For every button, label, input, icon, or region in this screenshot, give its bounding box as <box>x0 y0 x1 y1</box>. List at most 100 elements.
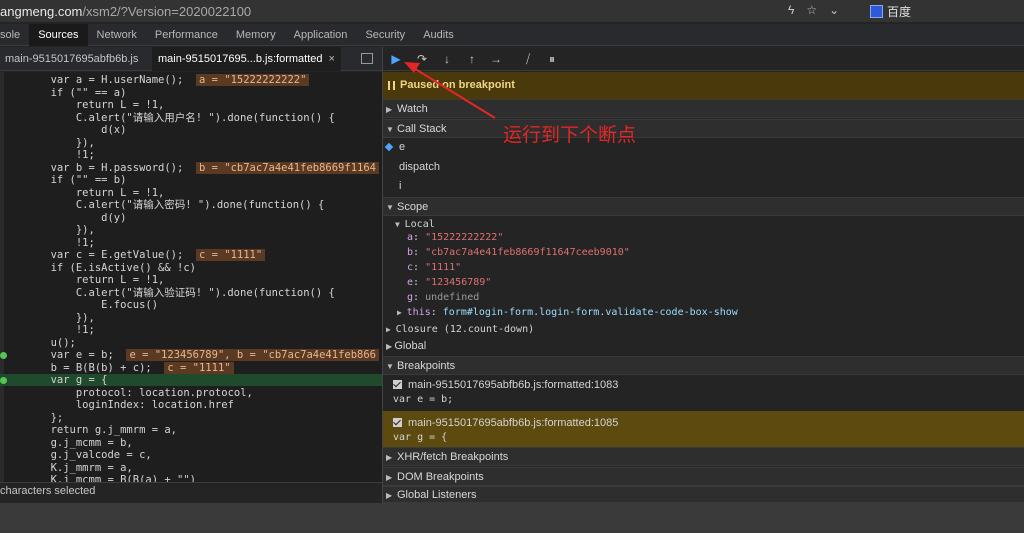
code-text: g.j_mcmm = b, <box>0 436 133 449</box>
tab-audits[interactable]: Audits <box>414 24 463 46</box>
breakpoint-code: var g = { <box>393 432 448 443</box>
code-line[interactable]: C.alert("请输入验证码! ").done(function() { <box>0 287 335 299</box>
scope-var-e[interactable]: e: "123456789" <box>383 275 1024 290</box>
tab-performance[interactable]: Performance <box>146 24 227 46</box>
code-line[interactable]: if ("" == b) <box>0 174 127 186</box>
scope-var-g[interactable]: g: undefined <box>383 290 1024 305</box>
code-line[interactable]: return L = !1, <box>0 187 165 199</box>
star-icon[interactable]: ☆ <box>806 3 817 17</box>
step-over-icon[interactable]: ↷ <box>414 51 430 67</box>
breakpoint-location: main-9515017695abfb6b.js:formatted:1085 <box>408 417 619 429</box>
section-global-listeners[interactable]: ▶ Global Listeners <box>383 486 1024 503</box>
code-line[interactable]: }), <box>0 137 95 149</box>
code-line[interactable]: }; <box>0 412 64 424</box>
code-line[interactable]: }), <box>0 312 95 324</box>
code-line[interactable]: g.j_valcode = c, <box>0 449 152 461</box>
file-tab-main-js[interactable]: main-9515017695abfb6b.js <box>5 47 138 71</box>
code-line[interactable]: if ("" == a) <box>0 86 127 99</box>
code-line[interactable]: u(); <box>0 337 76 349</box>
section-label: Global Listeners <box>397 489 477 501</box>
section-scope[interactable]: ▼ Scope <box>383 197 1024 216</box>
var-value: "1111" <box>425 262 462 273</box>
code-text: d(y) <box>0 211 127 224</box>
var-key: a <box>407 232 414 243</box>
section-xhr-breakpoints[interactable]: ▶ XHR/fetch Breakpoints <box>383 447 1024 466</box>
breakpoint-item-active[interactable]: main-9515017695abfb6b.js:formatted:1085 … <box>383 411 1024 447</box>
bolt-icon[interactable]: ϟ <box>788 3 794 17</box>
bookmark-baidu[interactable]: 百度 <box>870 1 911 21</box>
scope-label: Closure (12.count-down) <box>395 324 535 335</box>
tab-memory[interactable]: Memory <box>227 24 285 46</box>
frame-label: i <box>399 180 402 192</box>
step-out-icon[interactable]: ↑ <box>464 51 480 67</box>
tab-network[interactable]: Network <box>88 24 146 46</box>
step-into-icon[interactable]: ↓ <box>439 51 455 67</box>
code-line[interactable]: var c = E.getValue(); c = "1111" <box>0 249 266 261</box>
pause-exceptions-icon[interactable]: ⏸ <box>544 51 560 67</box>
call-frame-e[interactable]: e <box>383 138 1024 157</box>
scope-var-b[interactable]: b: "cb7ac7a4e41feb8669f11647ceeb9010" <box>383 245 1024 260</box>
code-line[interactable]: g.j_mcmm = b, <box>0 437 133 449</box>
code-text: C.alert("请输入密码! ").done(function() { <box>0 199 325 211</box>
call-frame-dispatch[interactable]: dispatch <box>383 158 1024 177</box>
code-line[interactable]: var b = H.password(); b = "cb7ac7a4e41fe… <box>0 161 379 174</box>
code-line[interactable]: !1; <box>0 237 95 249</box>
breakpoint-item[interactable]: main-9515017695abfb6b.js:formatted:1083 … <box>383 377 1024 411</box>
code-line[interactable]: !1; <box>0 149 95 161</box>
frame-label: dispatch <box>399 161 440 173</box>
section-call-stack[interactable]: ▼ Call Stack <box>383 119 1024 138</box>
code-line[interactable]: E.focus() <box>0 299 158 311</box>
tab-security[interactable]: Security <box>356 24 414 46</box>
section-breakpoints[interactable]: ▼ Breakpoints <box>383 356 1024 375</box>
scope-global[interactable]: ▶ Global <box>383 337 1024 356</box>
scope-var-a[interactable]: a: "15222222222" <box>383 230 1024 245</box>
code-line[interactable]: !1; <box>0 324 95 336</box>
code-line[interactable]: }), <box>0 224 95 236</box>
step-icon[interactable]: → <box>488 51 504 67</box>
code-line[interactable]: return L = !1, <box>0 274 165 286</box>
var-key: g <box>407 292 414 303</box>
scope-var-c[interactable]: c: "1111" <box>383 260 1024 275</box>
call-frame-i[interactable]: i <box>383 177 1024 196</box>
tab-application[interactable]: Application <box>285 24 357 46</box>
code-line[interactable]: b = B(B(b) + c); c = "1111" <box>0 361 234 374</box>
tab-sources[interactable]: Sources <box>29 23 88 46</box>
resume-icon[interactable]: ▶ <box>388 51 404 67</box>
code-line[interactable]: K.j_mmrm = a, <box>0 462 133 474</box>
var-value: form#login-form.login-form.validate-code… <box>442 307 738 318</box>
file-tab-main-formatted[interactable]: main-9515017695...b.js:formatted × <box>152 47 341 71</box>
section-dom-breakpoints[interactable]: ▶ DOM Breakpoints <box>383 467 1024 486</box>
code-line[interactable]: return L = !1, <box>0 99 165 111</box>
code-line[interactable]: var g = { <box>0 374 383 386</box>
code-line[interactable]: var a = H.userName(); a = "15222222222" <box>0 74 310 86</box>
url-text[interactable]: angmeng.com/xsm2/?Version=2020022100 <box>0 4 251 19</box>
deactivate-breakpoints-icon[interactable]: ⧸ <box>520 51 536 67</box>
code-line[interactable]: C.alert("请输入密码! ").done(function() { <box>0 199 324 211</box>
breakpoint-marker-icon[interactable] <box>0 376 7 384</box>
bottom-scroll-area <box>0 503 1024 533</box>
breakpoint-marker-icon[interactable] <box>0 351 7 359</box>
tab-console[interactable]: sole <box>0 24 29 46</box>
checkbox-icon[interactable] <box>393 418 402 427</box>
chevron-down-icon[interactable]: ⌄ <box>829 3 839 17</box>
code-line[interactable]: loginIndex: location.href <box>0 399 234 411</box>
code-line[interactable]: d(y) <box>0 212 126 224</box>
var-key: b <box>407 247 414 258</box>
code-text: if ("" == a) <box>0 86 127 99</box>
code-line[interactable]: var e = b; e = "123456789", b = "cb7ac7a… <box>0 349 379 361</box>
code-text: g.j_valcode = c, <box>0 449 152 461</box>
code-line[interactable]: C.alert("请输入用户名! ").done(function() { <box>0 112 335 124</box>
code-editor[interactable]: var a = H.userName(); a = "15222222222" … <box>0 72 383 482</box>
code-line[interactable]: protocol: location.protocol, <box>0 387 253 399</box>
checkbox-icon[interactable] <box>393 380 402 389</box>
toggle-debugger-icon[interactable] <box>361 53 373 64</box>
code-line[interactable]: return g.j_mmrm = a, <box>0 424 177 436</box>
expand-icon: ▶ <box>386 453 393 462</box>
section-watch[interactable]: ▶ Watch <box>383 99 1024 118</box>
code-line[interactable]: d(x) <box>0 124 126 136</box>
close-icon[interactable]: × <box>329 53 335 65</box>
address-bar[interactable]: angmeng.com/xsm2/?Version=2020022100 ϟ ☆… <box>0 0 1024 22</box>
code-line[interactable]: if (E.isActive() && !c) <box>0 262 196 274</box>
code-line[interactable]: K.j_mcmm = B(B(a) + "") <box>0 474 196 482</box>
scope-this[interactable]: ▶ this: form#login-form.login-form.valid… <box>383 305 1024 320</box>
